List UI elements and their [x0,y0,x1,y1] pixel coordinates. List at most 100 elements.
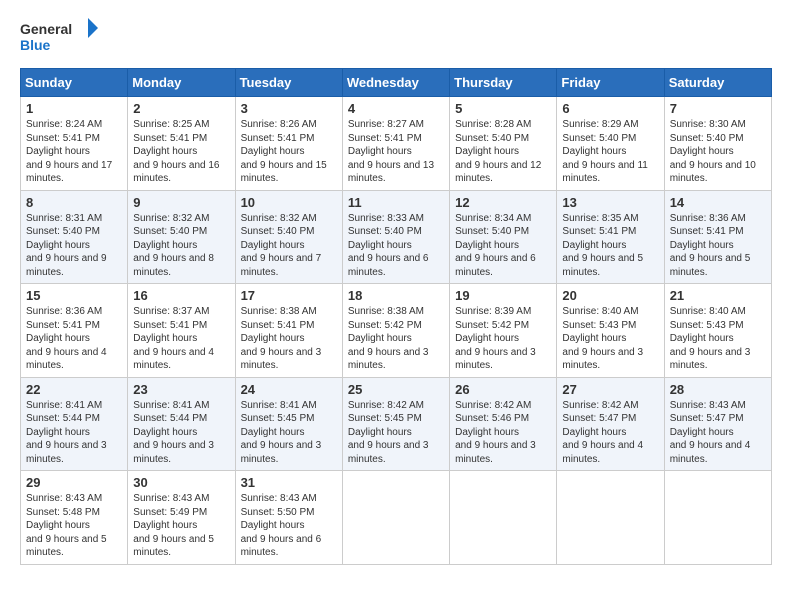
cell-info: Sunrise: 8:28 AMSunset: 5:40 PMDaylight … [455,119,541,184]
cell-info: Sunrise: 8:43 AMSunset: 5:49 PMDaylight … [133,493,214,558]
day-number: 16 [133,288,229,303]
calendar-week-row: 22 Sunrise: 8:41 AMSunset: 5:44 PMDaylig… [21,377,772,471]
cell-info: Sunrise: 8:32 AMSunset: 5:40 PMDaylight … [133,213,214,278]
logo-svg: General Blue [20,16,100,60]
calendar-cell: 30 Sunrise: 8:43 AMSunset: 5:49 PMDaylig… [128,471,235,565]
cell-info: Sunrise: 8:43 AMSunset: 5:50 PMDaylight … [241,493,322,558]
day-number: 13 [562,195,658,210]
day-number: 19 [455,288,551,303]
cell-info: Sunrise: 8:32 AMSunset: 5:40 PMDaylight … [241,213,322,278]
cell-info: Sunrise: 8:25 AMSunset: 5:41 PMDaylight … [133,119,219,184]
cell-info: Sunrise: 8:42 AMSunset: 5:46 PMDaylight … [455,400,536,465]
cell-info: Sunrise: 8:42 AMSunset: 5:45 PMDaylight … [348,400,429,465]
calendar-cell: 17 Sunrise: 8:38 AMSunset: 5:41 PMDaylig… [235,284,342,378]
calendar-cell: 27 Sunrise: 8:42 AMSunset: 5:47 PMDaylig… [557,377,664,471]
calendar-cell: 11 Sunrise: 8:33 AMSunset: 5:40 PMDaylig… [342,190,449,284]
calendar-cell: 2 Sunrise: 8:25 AMSunset: 5:41 PMDayligh… [128,97,235,191]
day-number: 10 [241,195,337,210]
calendar-week-row: 29 Sunrise: 8:43 AMSunset: 5:48 PMDaylig… [21,471,772,565]
day-number: 29 [26,475,122,490]
day-number: 4 [348,101,444,116]
day-number: 11 [348,195,444,210]
day-number: 1 [26,101,122,116]
calendar-cell: 7 Sunrise: 8:30 AMSunset: 5:40 PMDayligh… [664,97,771,191]
day-number: 22 [26,382,122,397]
cell-info: Sunrise: 8:34 AMSunset: 5:40 PMDaylight … [455,213,536,278]
day-number: 6 [562,101,658,116]
calendar-cell: 24 Sunrise: 8:41 AMSunset: 5:45 PMDaylig… [235,377,342,471]
day-number: 5 [455,101,551,116]
calendar-cell [664,471,771,565]
calendar-cell: 15 Sunrise: 8:36 AMSunset: 5:41 PMDaylig… [21,284,128,378]
cell-info: Sunrise: 8:43 AMSunset: 5:48 PMDaylight … [26,493,107,558]
calendar-cell: 28 Sunrise: 8:43 AMSunset: 5:47 PMDaylig… [664,377,771,471]
day-number: 14 [670,195,766,210]
cell-info: Sunrise: 8:38 AMSunset: 5:42 PMDaylight … [348,306,429,371]
column-header-tuesday: Tuesday [235,69,342,97]
day-number: 21 [670,288,766,303]
cell-info: Sunrise: 8:24 AMSunset: 5:41 PMDaylight … [26,119,112,184]
day-number: 20 [562,288,658,303]
calendar-cell: 31 Sunrise: 8:43 AMSunset: 5:50 PMDaylig… [235,471,342,565]
calendar-cell: 10 Sunrise: 8:32 AMSunset: 5:40 PMDaylig… [235,190,342,284]
calendar-cell: 8 Sunrise: 8:31 AMSunset: 5:40 PMDayligh… [21,190,128,284]
cell-info: Sunrise: 8:31 AMSunset: 5:40 PMDaylight … [26,213,107,278]
calendar-cell: 25 Sunrise: 8:42 AMSunset: 5:45 PMDaylig… [342,377,449,471]
cell-info: Sunrise: 8:41 AMSunset: 5:45 PMDaylight … [241,400,322,465]
day-number: 27 [562,382,658,397]
calendar-header-row: SundayMondayTuesdayWednesdayThursdayFrid… [21,69,772,97]
day-number: 2 [133,101,229,116]
day-number: 25 [348,382,444,397]
day-number: 30 [133,475,229,490]
cell-info: Sunrise: 8:41 AMSunset: 5:44 PMDaylight … [133,400,214,465]
day-number: 28 [670,382,766,397]
cell-info: Sunrise: 8:35 AMSunset: 5:41 PMDaylight … [562,213,643,278]
calendar-cell: 4 Sunrise: 8:27 AMSunset: 5:41 PMDayligh… [342,97,449,191]
cell-info: Sunrise: 8:40 AMSunset: 5:43 PMDaylight … [562,306,643,371]
day-number: 9 [133,195,229,210]
cell-info: Sunrise: 8:38 AMSunset: 5:41 PMDaylight … [241,306,322,371]
cell-info: Sunrise: 8:42 AMSunset: 5:47 PMDaylight … [562,400,643,465]
column-header-saturday: Saturday [664,69,771,97]
calendar-cell: 6 Sunrise: 8:29 AMSunset: 5:40 PMDayligh… [557,97,664,191]
cell-info: Sunrise: 8:30 AMSunset: 5:40 PMDaylight … [670,119,756,184]
calendar-cell: 12 Sunrise: 8:34 AMSunset: 5:40 PMDaylig… [450,190,557,284]
column-header-thursday: Thursday [450,69,557,97]
svg-text:General: General [20,21,72,37]
cell-info: Sunrise: 8:37 AMSunset: 5:41 PMDaylight … [133,306,214,371]
cell-info: Sunrise: 8:33 AMSunset: 5:40 PMDaylight … [348,213,429,278]
column-header-monday: Monday [128,69,235,97]
calendar-table: SundayMondayTuesdayWednesdayThursdayFrid… [20,68,772,565]
calendar-cell: 21 Sunrise: 8:40 AMSunset: 5:43 PMDaylig… [664,284,771,378]
calendar-week-row: 8 Sunrise: 8:31 AMSunset: 5:40 PMDayligh… [21,190,772,284]
day-number: 12 [455,195,551,210]
calendar-cell [342,471,449,565]
cell-info: Sunrise: 8:41 AMSunset: 5:44 PMDaylight … [26,400,107,465]
day-number: 18 [348,288,444,303]
calendar-cell: 3 Sunrise: 8:26 AMSunset: 5:41 PMDayligh… [235,97,342,191]
calendar-cell: 23 Sunrise: 8:41 AMSunset: 5:44 PMDaylig… [128,377,235,471]
day-number: 24 [241,382,337,397]
cell-info: Sunrise: 8:36 AMSunset: 5:41 PMDaylight … [26,306,107,371]
calendar-cell: 22 Sunrise: 8:41 AMSunset: 5:44 PMDaylig… [21,377,128,471]
calendar-cell: 16 Sunrise: 8:37 AMSunset: 5:41 PMDaylig… [128,284,235,378]
day-number: 23 [133,382,229,397]
calendar-cell: 5 Sunrise: 8:28 AMSunset: 5:40 PMDayligh… [450,97,557,191]
cell-info: Sunrise: 8:36 AMSunset: 5:41 PMDaylight … [670,213,751,278]
logo: General Blue [20,16,100,60]
column-header-wednesday: Wednesday [342,69,449,97]
header: General Blue [20,16,772,60]
day-number: 31 [241,475,337,490]
cell-info: Sunrise: 8:40 AMSunset: 5:43 PMDaylight … [670,306,751,371]
calendar-cell: 1 Sunrise: 8:24 AMSunset: 5:41 PMDayligh… [21,97,128,191]
day-number: 17 [241,288,337,303]
column-header-sunday: Sunday [21,69,128,97]
calendar-cell: 14 Sunrise: 8:36 AMSunset: 5:41 PMDaylig… [664,190,771,284]
calendar-cell: 19 Sunrise: 8:39 AMSunset: 5:42 PMDaylig… [450,284,557,378]
day-number: 3 [241,101,337,116]
calendar-cell: 26 Sunrise: 8:42 AMSunset: 5:46 PMDaylig… [450,377,557,471]
cell-info: Sunrise: 8:26 AMSunset: 5:41 PMDaylight … [241,119,327,184]
svg-text:Blue: Blue [20,37,51,53]
calendar-cell: 20 Sunrise: 8:40 AMSunset: 5:43 PMDaylig… [557,284,664,378]
calendar-week-row: 1 Sunrise: 8:24 AMSunset: 5:41 PMDayligh… [21,97,772,191]
